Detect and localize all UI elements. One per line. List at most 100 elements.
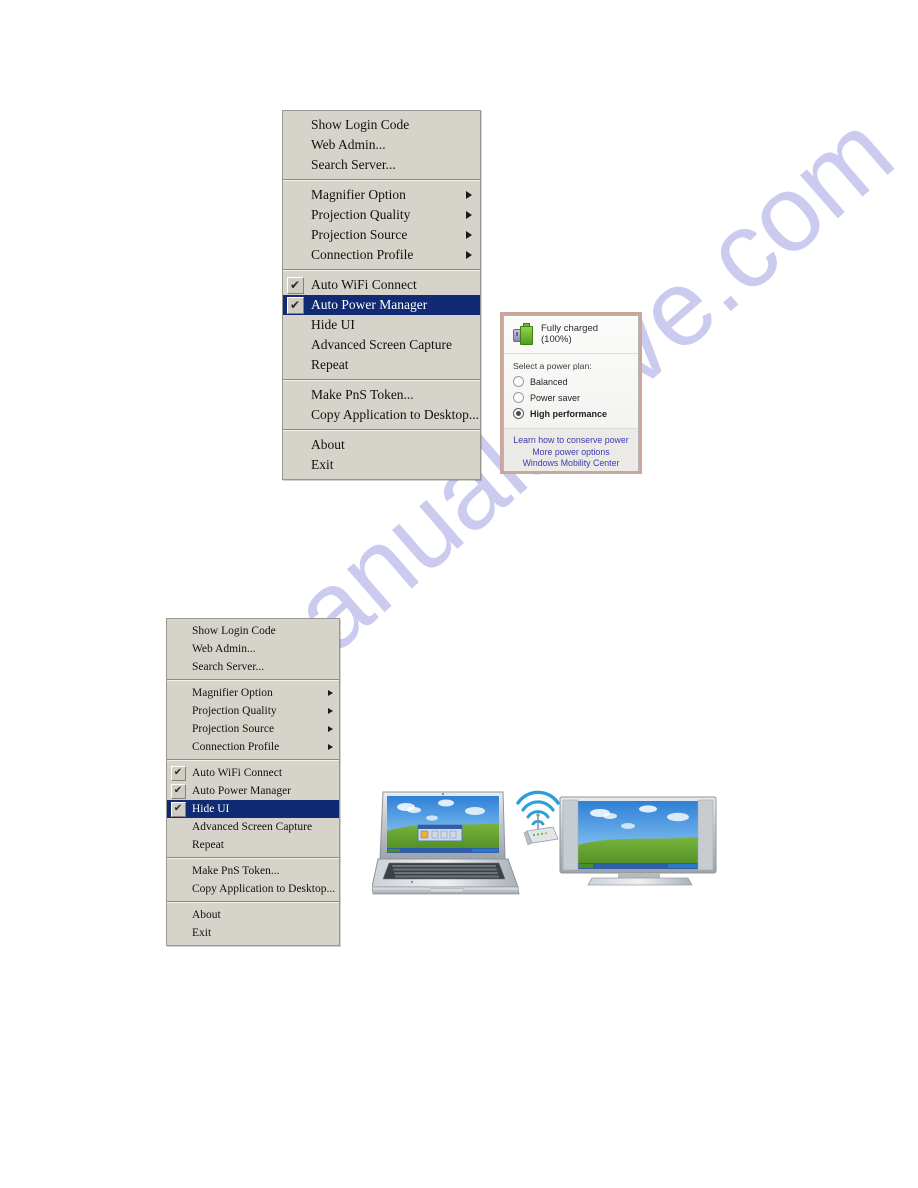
radio-button-icon[interactable] [513,392,524,403]
menu-item-exit[interactable]: Exit [167,924,339,942]
chevron-right-icon [328,690,333,696]
laptop-to-tv-wireless-projection-illustration [371,783,727,908]
menu-item-about[interactable]: About [167,906,339,924]
menu-item-label: Search Server... [311,157,396,172]
menu-item-check-cell: ✔ [283,295,307,315]
menu-item-label: Repeat [192,839,224,851]
menu-item-projection-quality[interactable]: Projection Quality [167,702,339,720]
menu-item-repeat[interactable]: Repeat [167,836,339,854]
power-flyout-link-more-power-options[interactable]: More power options [509,447,633,459]
menu-item-label: Auto Power Manager [192,785,292,797]
menu-item-show-login-code[interactable]: Show Login Code [167,622,339,640]
menu-item-hide-ui[interactable]: Hide UI [283,315,480,335]
menu-group: Show Login Code Web Admin... Search Server… [167,619,339,679]
menu-group: Make PnS Token... Copy Application to Des… [167,859,339,901]
power-flyout-link-windows-mobility-center[interactable]: Windows Mobility Center [509,458,633,470]
power-plan-option-label: High performance [530,408,608,419]
menu-item-label: Advanced Screen Capture [311,337,452,352]
menu-item-auto-wifi-connect[interactable]: ✔ Auto WiFi Connect [283,275,480,295]
menu-item-check-cell [283,185,307,205]
menu-item-check-cell: ✔ [167,782,189,800]
tray-context-menu-hide-ui[interactable]: Show Login Code Web Admin... Search Server… [166,618,340,946]
menu-item-copy-application-to-desktop[interactable]: Copy Application to Desktop... [167,880,339,898]
menu-item-magnifier-option[interactable]: Magnifier Option [283,185,480,205]
laptop-icon [371,791,520,895]
wireless-router-icon [523,813,559,846]
menu-item-label: Web Admin... [311,137,386,152]
menu-item-projection-quality[interactable]: Projection Quality [283,205,480,225]
menu-item-check-cell [167,702,189,720]
checkmark-icon: ✔ [286,276,304,294]
menu-item-auto-wifi-connect[interactable]: ✔ Auto WiFi Connect [167,764,339,782]
menu-item-projection-source[interactable]: Projection Source [167,720,339,738]
power-flyout-links[interactable]: Learn how to conserve power More power op… [504,428,638,471]
menu-item-make-pns-token[interactable]: Make PnS Token... [283,385,480,405]
power-flyout-link-learn-how-to-conserve-power[interactable]: Learn how to conserve power [509,435,633,447]
menu-item-label: Auto WiFi Connect [311,277,417,292]
menu-item-check-cell [283,245,307,265]
menu-item-auto-power-manager[interactable]: ✔ Auto Power Manager [283,295,480,315]
menu-group: Magnifier Option Projection Quality Projec… [167,681,339,759]
menu-item-check-cell [283,205,307,225]
menu-item-label: Show Login Code [311,117,410,132]
menu-item-label: Show Login Code [192,625,276,637]
tray-context-menu-auto-power-manager[interactable]: Show Login Code Web Admin... Search Server… [282,110,481,480]
menu-item-label: Magnifier Option [311,187,406,202]
menu-item-label: Hide UI [311,317,355,332]
menu-item-label: Hide UI [192,803,230,815]
power-plan-option-power-saver[interactable]: Power saver [513,392,629,403]
menu-item-label: Web Admin... [192,643,256,655]
menu-item-about[interactable]: About [283,435,480,455]
chevron-right-icon [328,744,333,750]
power-plan-option-balanced[interactable]: Balanced [513,376,629,387]
battery-status-text: Fully charged (100%) [541,323,599,345]
menu-item-repeat[interactable]: Repeat [283,355,480,375]
menu-item-check-cell [283,225,307,245]
menu-item-make-pns-token[interactable]: Make PnS Token... [167,862,339,880]
menu-item-exit[interactable]: Exit [283,455,480,475]
menu-item-magnifier-option[interactable]: Magnifier Option [167,684,339,702]
menu-item-label: Exit [192,927,212,939]
menu-item-label: Make PnS Token... [192,865,280,877]
power-plan-radio-group[interactable]: Balanced Power saver High performance [513,376,629,419]
flat-panel-tv-icon [559,796,717,886]
chevron-right-icon [466,231,472,239]
chevron-right-icon [466,211,472,219]
menu-item-check-cell: ✔ [167,764,189,782]
windows-power-flyout[interactable]: Fully charged (100%) Select a power plan… [500,312,642,474]
menu-item-advanced-screen-capture[interactable]: Advanced Screen Capture [167,818,339,836]
menu-item-web-admin[interactable]: Web Admin... [167,640,339,658]
menu-item-hide-ui[interactable]: ✔ Hide UI [167,800,339,818]
radio-button-icon[interactable] [513,408,524,419]
menu-item-projection-source[interactable]: Projection Source [283,225,480,245]
menu-item-show-login-code[interactable]: Show Login Code [283,115,480,135]
menu-item-connection-profile[interactable]: Connection Profile [167,738,339,756]
menu-item-label: About [311,437,345,452]
menu-item-label: Copy Application to Desktop... [311,407,479,422]
menu-item-check-cell [167,684,189,702]
battery-full-icon [513,323,534,345]
menu-item-label: Connection Profile [311,247,414,262]
menu-item-search-server[interactable]: Search Server... [283,155,480,175]
menu-item-advanced-screen-capture[interactable]: Advanced Screen Capture [283,335,480,355]
chevron-right-icon [328,726,333,732]
checkmark-icon: ✔ [170,783,186,799]
radio-button-icon[interactable] [513,376,524,387]
menu-item-web-admin[interactable]: Web Admin... [283,135,480,155]
menu-item-auto-power-manager[interactable]: ✔ Auto Power Manager [167,782,339,800]
menu-item-copy-application-to-desktop[interactable]: Copy Application to Desktop... [283,405,480,425]
menu-item-label: Exit [311,457,334,472]
menu-item-search-server[interactable]: Search Server... [167,658,339,676]
power-plan-option-high-performance[interactable]: High performance [513,408,629,419]
menu-item-label: Projection Quality [192,705,277,717]
menu-group: Show Login Code Web Admin... Search Server… [283,111,480,179]
menu-group: About Exit [167,903,339,945]
menu-item-label: Projection Source [311,227,408,242]
menu-item-label: Projection Quality [311,207,411,222]
battery-status-row: Fully charged (100%) [504,316,638,354]
checkmark-icon: ✔ [286,296,304,314]
menu-item-connection-profile[interactable]: Connection Profile [283,245,480,265]
menu-item-label: Make PnS Token... [311,387,414,402]
menu-item-check-cell [167,738,189,756]
menu-group: ✔ Auto WiFi Connect ✔ Auto Power Manager ✔ Hi… [167,761,339,857]
